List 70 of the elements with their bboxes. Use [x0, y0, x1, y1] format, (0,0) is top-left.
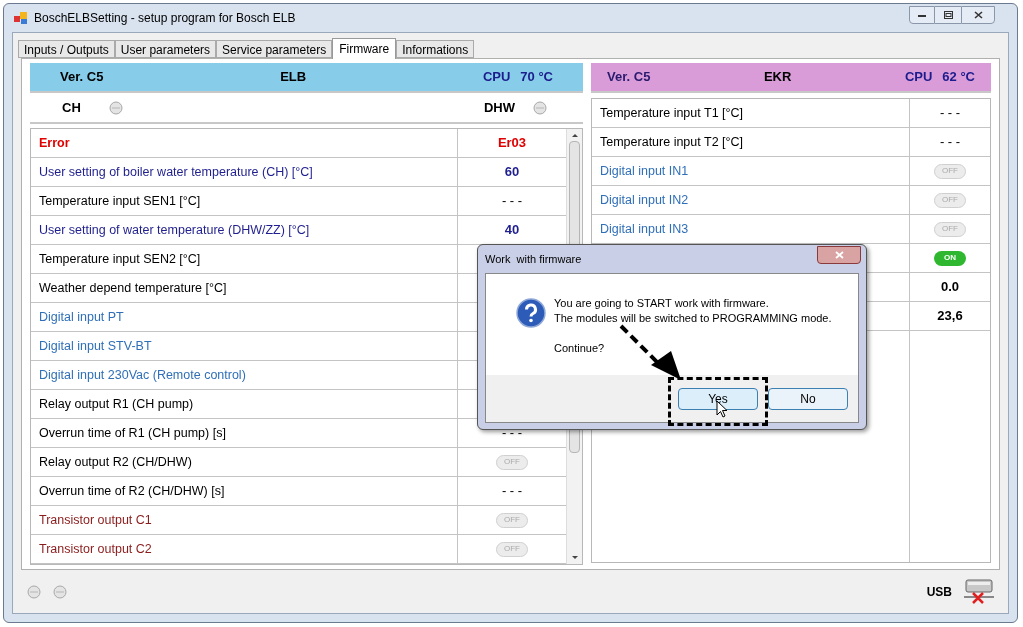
row-label: Weather depend temperature [°C] [39, 279, 227, 297]
close-icon [973, 11, 983, 19]
connection-label: USB [926, 583, 952, 601]
close-icon [834, 251, 844, 259]
switch-pill: OFF [934, 163, 966, 179]
switch-pill: OFF [496, 454, 528, 470]
switch-pill: OFF [496, 512, 528, 528]
dialog-question: Continue? [554, 341, 606, 356]
row-value: 23,6 [937, 307, 963, 326]
cpu-label: CPU [482, 68, 511, 87]
close-button[interactable] [817, 246, 861, 264]
row-value: 40 [504, 221, 520, 240]
row-label: Temperature input SEN1 [°C] [39, 192, 201, 210]
cpu-label: CPU [904, 68, 933, 87]
row-label: Error [39, 134, 70, 152]
row-label: Overrun time of R1 (CH pump) [s] [39, 424, 226, 442]
row-value: - - - [501, 424, 523, 443]
row-value: - - - [501, 192, 523, 211]
minimize-button[interactable] [909, 6, 935, 24]
switch-pill: OFF [496, 541, 528, 557]
row-label: Digital input IN1 [600, 162, 689, 180]
row-label: Relay output R1 (CH pump) [39, 395, 194, 413]
cpu-temperature: 70 °C [520, 68, 553, 87]
row-label: User setting of boiler water temperature (CH) [°C] [39, 163, 313, 181]
indicator-label: CH [62, 98, 81, 117]
switch-pill: OFF [934, 192, 966, 208]
row-label: User setting of water temperature (DHW/ZZ) [°C] [39, 221, 310, 239]
tab[interactable]: User parameters [114, 40, 217, 58]
dialog-button[interactable]: No [768, 387, 848, 410]
version-label: Ver. C5 [60, 68, 104, 87]
module-name: EKR [762, 68, 793, 87]
version-label: Ver. C5 [607, 68, 651, 87]
usb-disconnected-icon [964, 578, 994, 605]
row-value: - - - [501, 482, 523, 501]
minimize-icon [918, 13, 926, 17]
tab[interactable]: Informations [396, 40, 475, 58]
module-name: ELB [279, 68, 308, 87]
dialog-title: Work with firmware [485, 251, 582, 267]
row-value: - - - [939, 104, 961, 123]
row-label: Digital input PT [39, 308, 124, 326]
row-label: Digital input 230Vac (Remote control) [39, 366, 246, 384]
row-label: Relay output R2 (CH/DHW) [39, 453, 192, 471]
cpu-temperature: 62 °C [942, 68, 975, 87]
maximize-icon [943, 11, 953, 19]
app-icon [14, 11, 28, 25]
switch-pill: ON [934, 250, 966, 266]
row-value: 0.0 [940, 278, 960, 297]
question-icon [516, 298, 546, 328]
row-label: Temperature input SEN2 [°C] [39, 250, 201, 268]
row-value: Er03 [497, 134, 527, 153]
row-value: 60 [504, 163, 520, 182]
row-label: Digital input IN3 [600, 220, 689, 238]
tab[interactable]: Service parameters [216, 40, 333, 58]
dialog-button[interactable]: Yes [678, 387, 758, 410]
row-label: Digital input IN2 [600, 191, 689, 209]
row-label: Digital input STV-BT [39, 337, 152, 355]
maximize-button[interactable] [935, 6, 961, 24]
row-label: Transistor output C1 [39, 511, 152, 529]
tab[interactable]: Inputs / Outputs [18, 40, 115, 58]
row-label: Temperature input T1 [°C] [600, 104, 744, 122]
row-label: Overrun time of R2 (CH/DHW) [s] [39, 482, 225, 500]
indicator-label: DHW [483, 98, 515, 117]
row-value: - - - [939, 133, 961, 152]
dialog-message: You are going to START work with firmware. The modules will be switched to PROGRAMMING mode. [554, 296, 832, 326]
window-title: BoschELBSetting - setup program for Bosch ELB [34, 10, 296, 27]
close-button[interactable] [961, 6, 995, 24]
switch-pill: OFF [934, 221, 966, 237]
tab[interactable]: Firmware [332, 38, 397, 59]
row-label: Transistor output C2 [39, 540, 152, 558]
row-label: Temperature input T2 [°C] [600, 133, 744, 151]
